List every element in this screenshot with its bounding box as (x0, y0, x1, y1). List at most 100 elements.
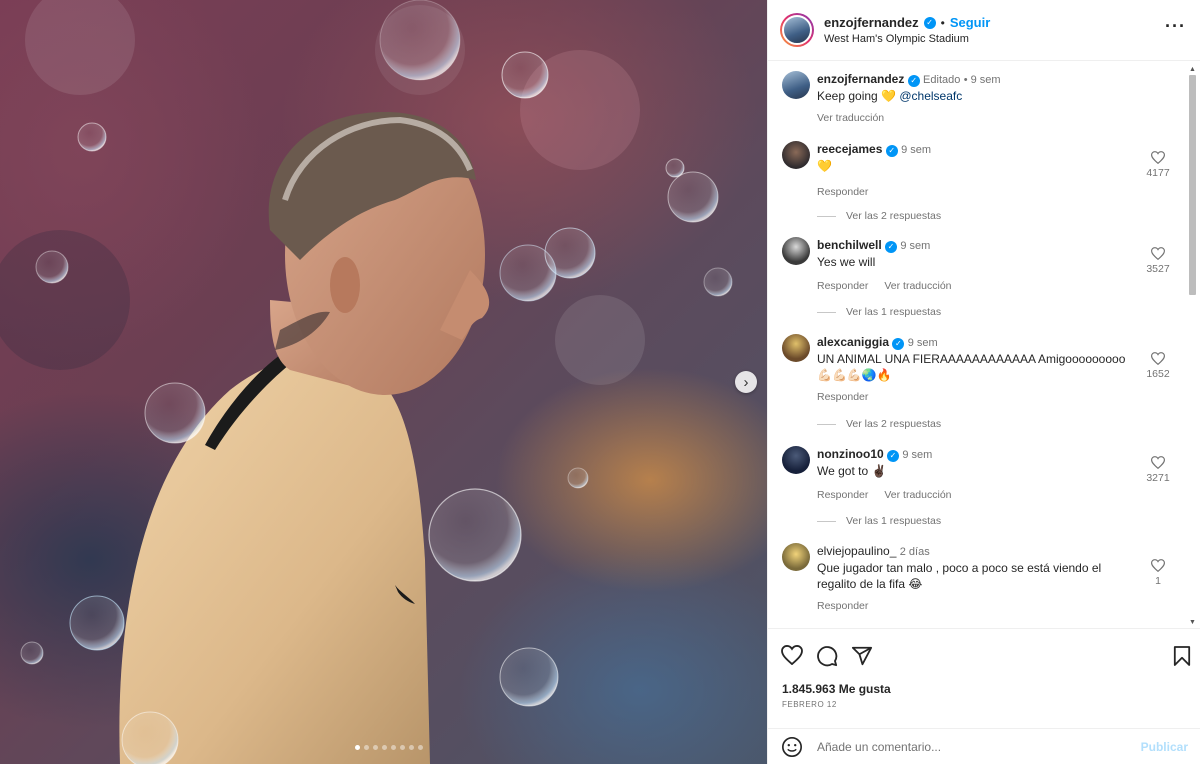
view-replies-label[interactable]: Ver las 1 respuestas (846, 306, 941, 318)
replies-divider (817, 311, 836, 313)
replies-divider (817, 520, 836, 522)
bookmark-save-icon[interactable] (1173, 645, 1191, 667)
total-likes[interactable]: 1.845.963 Me gusta (782, 682, 891, 696)
heart-icon[interactable] (1151, 151, 1165, 164)
view-replies-label[interactable]: Ver las 1 respuestas (846, 515, 941, 527)
translate-link[interactable]: Ver traducción (884, 487, 951, 503)
separator-dot: • (963, 74, 971, 86)
like-heart-icon[interactable] (781, 645, 803, 665)
caption-avatar[interactable] (782, 71, 810, 99)
commenter-avatar[interactable] (782, 141, 810, 169)
add-comment-bar: Añade un comentario... Publicar (768, 728, 1200, 764)
view-replies-button[interactable]: Ver las 1 respuestas (817, 515, 941, 527)
publish-button[interactable]: Publicar (1141, 740, 1188, 754)
post-image[interactable]: › (0, 0, 767, 764)
view-replies-button[interactable]: Ver las 2 respuestas (817, 418, 941, 430)
verified-badge-icon: ✓ (923, 16, 936, 29)
carousel-dot (382, 745, 387, 750)
carousel-dot (418, 745, 423, 750)
verified-badge-icon: ✓ (887, 450, 900, 462)
comment-text: Yes we will (817, 255, 876, 269)
comment-time: 9 sem (907, 337, 938, 349)
translate-link[interactable]: Ver traducción (884, 278, 951, 294)
heart-icon[interactable] (1151, 352, 1165, 365)
post-photo-illustration (0, 0, 733, 764)
like-count: 3527 (1146, 263, 1170, 275)
comment-time: 9 sem (902, 449, 933, 461)
author-avatar[interactable] (780, 13, 814, 47)
carousel-dots (355, 745, 423, 750)
heart-icon[interactable] (1151, 559, 1165, 572)
caption-text: Keep going 💛 (817, 89, 896, 103)
replies-divider (817, 215, 836, 217)
reply-button[interactable]: Responder (817, 598, 868, 614)
commenter-avatar[interactable] (782, 334, 810, 362)
share-paper-plane-icon[interactable] (851, 645, 873, 667)
commenter-avatar[interactable] (782, 237, 810, 265)
comment-bubble-icon[interactable] (816, 645, 838, 667)
replies-divider (817, 423, 836, 425)
comment-text: UN ANIMAL UNA FIERAAAAAAAAAAAA Amigooooo… (817, 352, 1126, 382)
verified-badge-icon: ✓ (885, 241, 898, 253)
emoji-icon[interactable] (781, 736, 803, 758)
like-count: 1 (1155, 575, 1161, 587)
post-location[interactable]: West Ham's Olympic Stadium (824, 33, 990, 45)
scroll-up-arrow-icon[interactable]: ▲ (1189, 66, 1196, 73)
view-replies-button[interactable]: Ver las 1 respuestas (817, 306, 941, 318)
commenter-username[interactable]: benchilwell (817, 238, 882, 252)
carousel-next-button[interactable]: › (735, 371, 757, 393)
post-footer: 1.845.963 Me gusta FEBRERO 12 Añade un c… (768, 628, 1200, 764)
commenter-username[interactable]: nonzinoo10 (817, 447, 884, 461)
more-options-icon[interactable]: ··· (1165, 17, 1186, 35)
carousel-dot (373, 745, 378, 750)
like-count: 3271 (1146, 472, 1170, 484)
translate-link[interactable]: Ver traducción (817, 110, 884, 126)
comment-input[interactable]: Añade un comentario... (817, 740, 941, 754)
commenter-username[interactable]: elviejopaulino_ (817, 544, 896, 558)
comment-like: 4177 (1138, 151, 1178, 179)
scroll-down-arrow-icon[interactable]: ▼ (1189, 619, 1196, 626)
view-replies-label[interactable]: Ver las 2 respuestas (846, 418, 941, 430)
commenter-avatar[interactable] (782, 446, 810, 474)
post-header: enzojfernandez ✓ • Seguir West Ham's Oly… (768, 0, 1200, 61)
carousel-dot (391, 745, 396, 750)
carousel-dot (355, 745, 360, 750)
commenter-username[interactable]: reecejames (817, 142, 882, 156)
comment-like: 1652 (1138, 352, 1178, 380)
comment-text: Que jugador tan malo , poco a poco se es… (817, 561, 1102, 591)
comment-time: 2 días (899, 546, 930, 558)
comments-list[interactable]: enzojfernandez ✓ Editado • 9 sem Keep go… (768, 61, 1200, 628)
comment-time: 9 sem (900, 240, 931, 252)
post-date: FEBRERO 12 (782, 700, 837, 709)
view-replies-label[interactable]: Ver las 2 respuestas (846, 210, 941, 222)
reply-button[interactable]: Responder (817, 389, 868, 405)
verified-badge-icon: ✓ (885, 145, 898, 157)
comment-text: We got to ✌🏿 (817, 464, 887, 478)
commenter-avatar[interactable] (782, 543, 810, 571)
commenter-username[interactable]: alexcaniggia (817, 335, 889, 349)
caption-username[interactable]: enzojfernandez (817, 72, 904, 86)
verified-badge-icon: ✓ (892, 338, 905, 350)
post-action-bar (781, 645, 1191, 669)
heart-icon[interactable] (1151, 456, 1165, 469)
reply-button[interactable]: Responder (817, 487, 868, 503)
like-count: 1652 (1146, 368, 1170, 380)
scrollbar-thumb[interactable] (1189, 75, 1196, 295)
carousel-dot (400, 745, 405, 750)
follow-button[interactable]: Seguir (950, 15, 990, 30)
author-username[interactable]: enzojfernandez (824, 15, 919, 30)
carousel-dot (409, 745, 414, 750)
edited-label: Editado (923, 74, 961, 86)
reply-button[interactable]: Responder (817, 278, 868, 294)
heart-icon[interactable] (1151, 247, 1165, 260)
reply-button[interactable]: Responder (817, 184, 868, 200)
comment-like: 3527 (1138, 247, 1178, 275)
verified-badge-icon: ✓ (907, 75, 920, 87)
view-replies-button[interactable]: Ver las 2 respuestas (817, 210, 941, 222)
carousel-dot (364, 745, 369, 750)
comments-scrollbar[interactable]: ▲ ▼ (1187, 61, 1198, 628)
caption-time: 9 sem (970, 74, 1001, 86)
comment-like: 3271 (1138, 456, 1178, 484)
caption-mention-link[interactable]: @chelseafc (899, 89, 962, 103)
comment-time: 9 sem (901, 144, 932, 156)
